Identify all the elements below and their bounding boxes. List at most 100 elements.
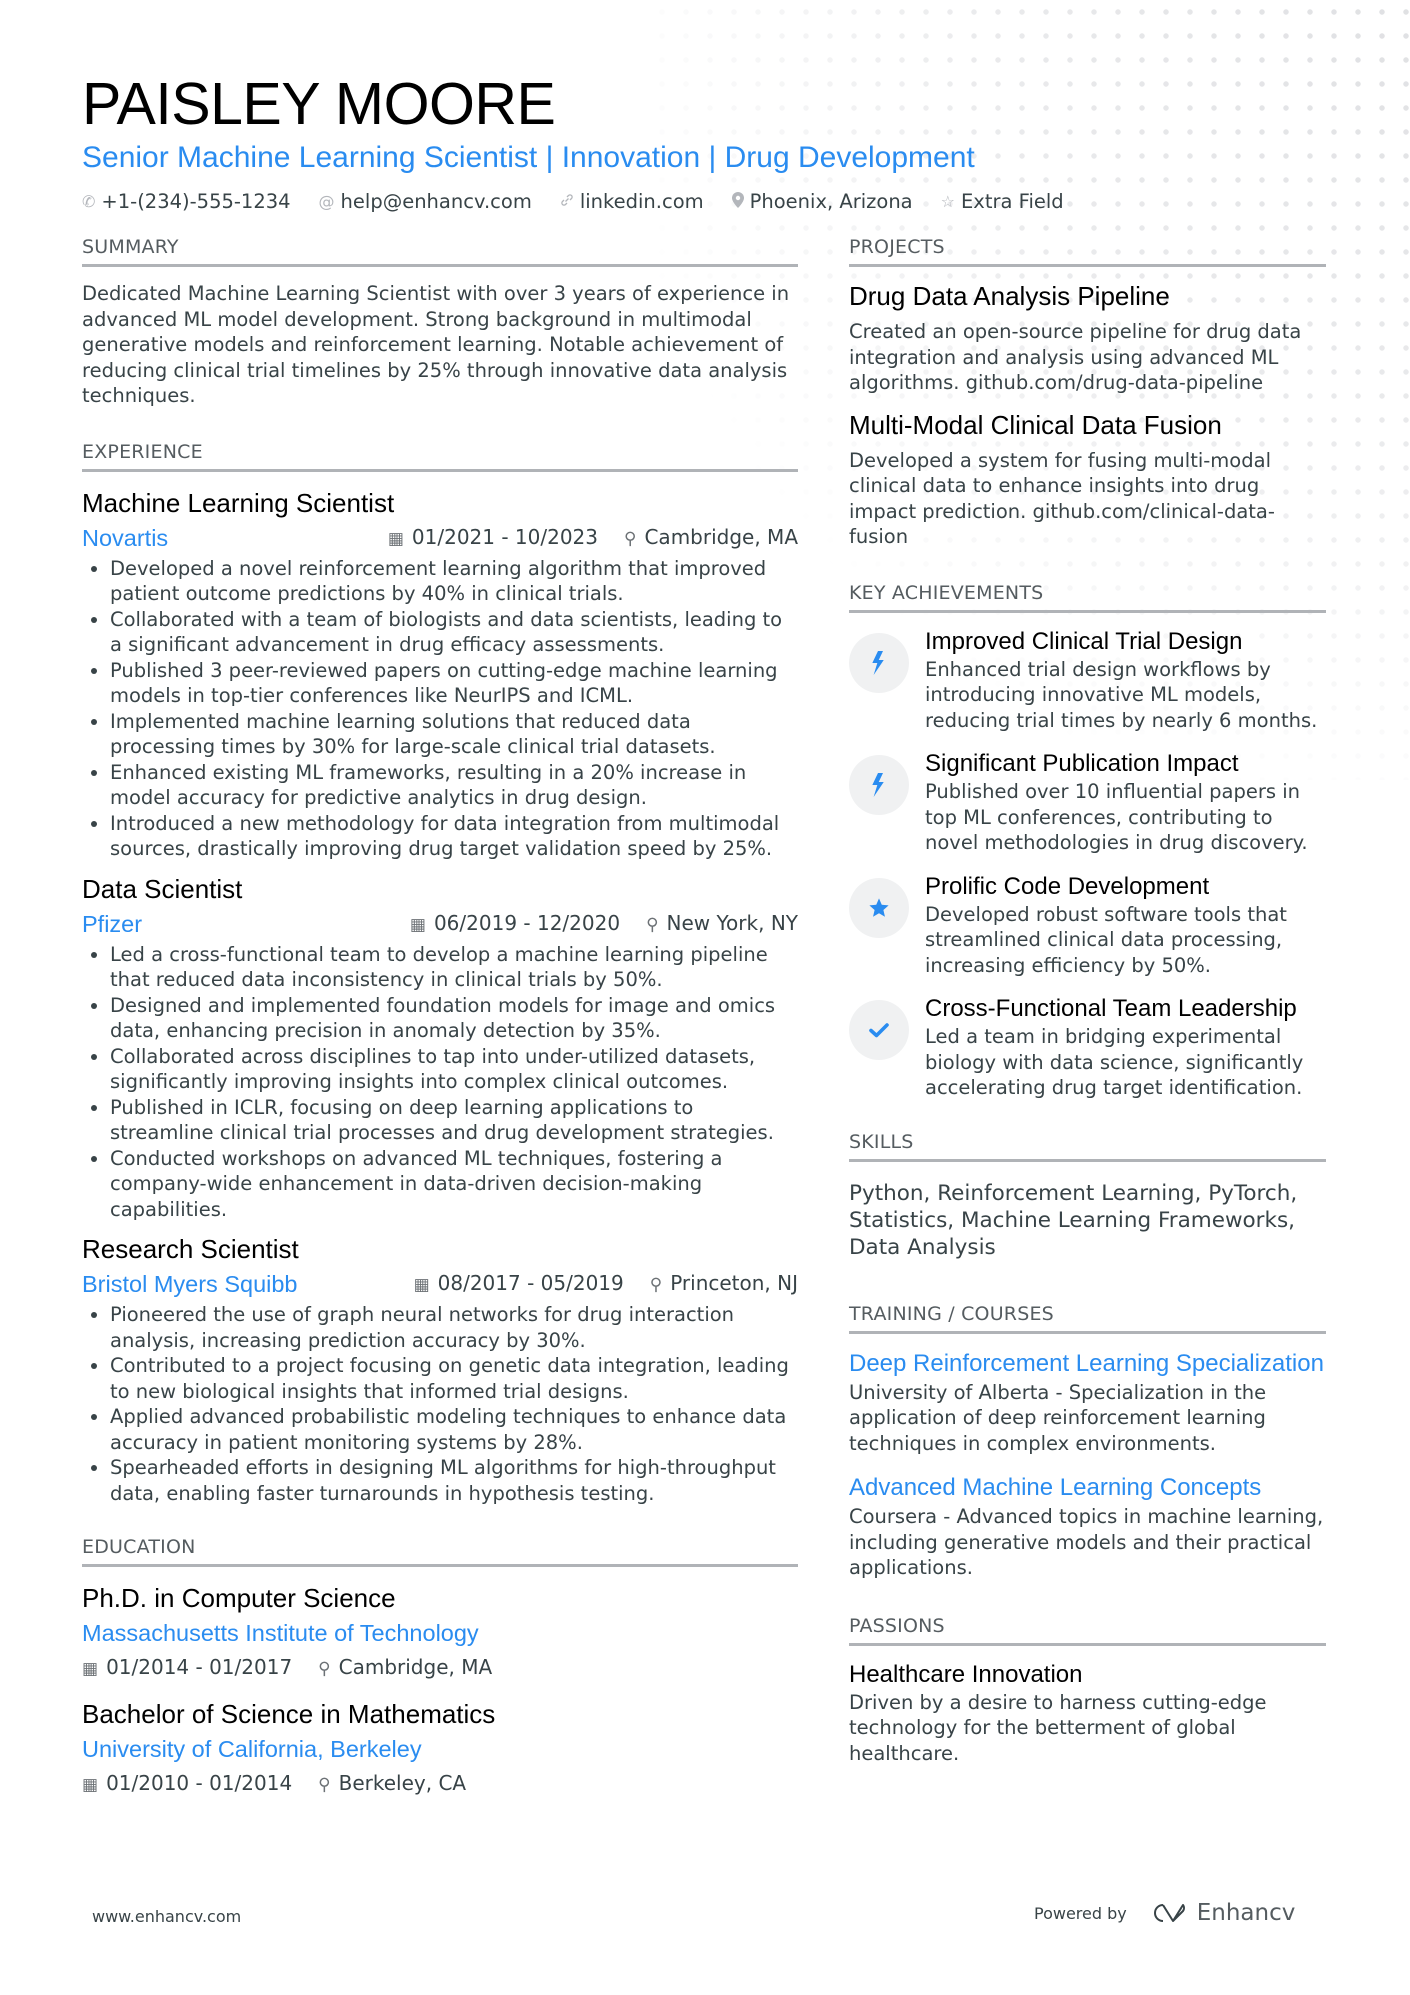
location-pin-icon: ⚲ xyxy=(649,1275,663,1296)
location-pin-icon: ⚲ xyxy=(318,1775,331,1796)
achievement-entry: Improved Clinical Trial Design Enhanced … xyxy=(849,627,1326,734)
location-pin-icon: ⚲ xyxy=(318,1659,331,1680)
bullet-item: Applied advanced probabilistic modeling … xyxy=(110,1404,798,1455)
job-location: ⚲ Cambridge, MA xyxy=(624,524,798,549)
course-entry: Deep Reinforcement Learning Specializati… xyxy=(849,1348,1326,1457)
job-location: ⚲ Princeton, NJ xyxy=(649,1271,798,1296)
project-entry: Multi-Modal Clinical Data Fusion Develop… xyxy=(849,408,1326,550)
company-name: Bristol Myers Squibb xyxy=(82,1271,298,1298)
course-description: University of Alberta - Specialization i… xyxy=(849,1380,1267,1455)
job-title: Machine Learning Scientist xyxy=(82,487,395,518)
enhancv-logo-icon xyxy=(1153,1904,1185,1922)
job-location: ⚲ New York, NY xyxy=(646,910,798,935)
bullet-item: Implemented machine learning solutions t… xyxy=(110,709,798,760)
resume-header: PAISLEY MOORE Senior Machine Learning Sc… xyxy=(82,70,1350,213)
project-description: Developed a system for fusing multi-moda… xyxy=(849,448,1275,549)
passion-description: Driven by a desire to harness cutting-ed… xyxy=(849,1690,1267,1765)
contact-phone[interactable]: ✆ +1-(234)-555-1234 xyxy=(82,190,291,213)
calendar-icon: ▦ xyxy=(409,914,426,935)
skills-list: Python, Reinforcement Learning, PyTorch,… xyxy=(849,1180,1298,1260)
project-title: Drug Data Analysis Pipeline xyxy=(849,281,1170,311)
location-pin-icon: ⚲ xyxy=(646,914,659,935)
achievement-title: Cross-Functional Team Leadership xyxy=(925,995,1297,1022)
link-icon xyxy=(560,192,574,211)
company-name: Novartis xyxy=(82,524,169,551)
achievement-description: Published over 10 influential papers in … xyxy=(925,780,1308,854)
section-heading: SUMMARY xyxy=(82,234,798,267)
contact-text: linkedin.com xyxy=(579,190,704,213)
job-dates: ▦ 06/2019 - 12/2020 xyxy=(409,910,621,935)
section-heading: KEY ACHIEVEMENTS xyxy=(849,580,1326,613)
bullet-item: Conducted workshops on advanced ML techn… xyxy=(110,1146,798,1223)
star-icon xyxy=(849,877,909,938)
achievement-entry: Significant Publication Impact Published… xyxy=(849,749,1326,856)
job-dates: ▦ 01/2021 - 10/2023 xyxy=(387,524,599,549)
job-entry: Machine Learning Scientist Novartis ▦ 01/… xyxy=(82,486,798,862)
job-title: Data Scientist xyxy=(82,873,243,904)
degree: Bachelor of Science in Mathematics xyxy=(82,1699,496,1730)
contact-linkedin[interactable]: linkedin.com xyxy=(560,190,704,213)
location-pin-icon: ⚲ xyxy=(624,528,637,549)
education-location: ⚲ Cambridge, MA xyxy=(318,1655,493,1680)
course-entry: Advanced Machine Learning Concepts Cours… xyxy=(849,1472,1326,1581)
achievement-description: Developed robust software tools that str… xyxy=(925,902,1287,977)
experience-section: EXPERIENCE Machine Learning Scientist No… xyxy=(82,439,798,1507)
contact-extra: ☆ Extra Field xyxy=(941,190,1064,213)
skills-section: SKILLS Python, Reinforcement Learning, P… xyxy=(849,1129,1326,1261)
contact-text: help@enhancv.com xyxy=(340,190,532,213)
bullet-item: Published 3 peer-reviewed papers on cutt… xyxy=(110,658,798,709)
lightning-bolt-icon xyxy=(849,632,909,693)
contact-text: Extra Field xyxy=(960,190,1064,213)
job-entry: Data Scientist Pfizer ▦ 06/2019 - 12/2020… xyxy=(82,872,798,1223)
job-bullets: Led a cross-functional team to develop a… xyxy=(82,942,798,1223)
contact-text: +1-(234)-555-1234 xyxy=(101,190,291,213)
section-heading: SKILLS xyxy=(849,1129,1326,1162)
calendar-icon: ▦ xyxy=(82,1775,99,1796)
achievement-entry: Prolific Code Development Developed robu… xyxy=(849,872,1326,979)
school-name: University of California, Berkeley xyxy=(82,1736,422,1763)
enhancv-logo[interactable]: Enhancv xyxy=(1149,1900,1295,1926)
right-column: PROJECTS Drug Data Analysis Pipeline Cre… xyxy=(849,234,1326,1766)
project-title: Multi-Modal Clinical Data Fusion xyxy=(849,409,1222,440)
passions-section: PASSIONS Healthcare Innovation Driven by… xyxy=(849,1613,1326,1767)
education-entry: Bachelor of Science in Mathematics Unive… xyxy=(82,1697,798,1801)
powered-by-label: Powered by xyxy=(1034,1903,1127,1923)
section-heading: EDUCATION xyxy=(82,1534,798,1568)
contact-email[interactable]: @ help@enhancv.com xyxy=(319,190,532,213)
education-dates: ▦ 01/2010 - 01/2014 xyxy=(82,1771,293,1796)
job-bullets: Developed a novel reinforcement learning… xyxy=(82,556,798,862)
achievements-section: KEY ACHIEVEMENTS Improved Clinical Trial… xyxy=(849,580,1326,1101)
bullet-item: Designed and implemented foundation mode… xyxy=(110,993,798,1044)
course-description: Coursera - Advanced topics in machine le… xyxy=(849,1505,1324,1579)
star-outline-icon: ☆ xyxy=(940,192,955,211)
passion-title: Healthcare Innovation xyxy=(849,1660,1083,1688)
job-bullets: Pioneered the use of graph neural networ… xyxy=(82,1302,798,1506)
projects-section: PROJECTS Drug Data Analysis Pipeline Cre… xyxy=(849,234,1326,550)
section-heading: EXPERIENCE xyxy=(82,439,798,472)
job-entry: Research Scientist Bristol Myers Squibb … xyxy=(82,1232,798,1506)
left-column: SUMMARY Dedicated Machine Learning Scien… xyxy=(82,234,798,1801)
summary-text: Dedicated Machine Learning Scientist wit… xyxy=(82,282,790,408)
calendar-icon: ▦ xyxy=(387,528,404,549)
education-location: ⚲ Berkeley, CA xyxy=(318,1771,467,1796)
job-title: Research Scientist xyxy=(82,1234,299,1265)
education-entry: Ph.D. in Computer Science Massachusetts … xyxy=(82,1581,798,1685)
bullet-item: Published in ICLR, focusing on deep lear… xyxy=(110,1095,798,1146)
contact-location: Phoenix, Arizona xyxy=(731,190,913,213)
footer-branding: Powered by Enhancv xyxy=(1034,1900,1295,1926)
project-description: Created an open-source pipeline for drug… xyxy=(849,320,1302,394)
achievement-description: Led a team in bridging experimental biol… xyxy=(925,1025,1304,1099)
courses-section: TRAINING / COURSES Deep Reinforcement Le… xyxy=(849,1301,1326,1581)
section-heading: PASSIONS xyxy=(849,1613,1326,1646)
education-dates: ▦ 01/2014 - 01/2017 xyxy=(82,1655,293,1680)
bullet-item: Contributed to a project focusing on gen… xyxy=(110,1353,798,1404)
checkmark-icon xyxy=(849,1000,909,1060)
company-name: Pfizer xyxy=(82,910,143,937)
degree: Ph.D. in Computer Science xyxy=(82,1583,396,1614)
achievement-description: Enhanced trial design workflows by intro… xyxy=(925,657,1318,732)
lightning-bolt-icon xyxy=(849,755,909,815)
bullet-item: Introduced a new methodology for data in… xyxy=(110,811,798,862)
footer-website-link[interactable]: www.enhancv.com xyxy=(92,1907,241,1926)
achievement-title: Significant Publication Impact xyxy=(925,750,1239,777)
bullet-item: Collaborated with a team of biologists a… xyxy=(110,607,798,658)
